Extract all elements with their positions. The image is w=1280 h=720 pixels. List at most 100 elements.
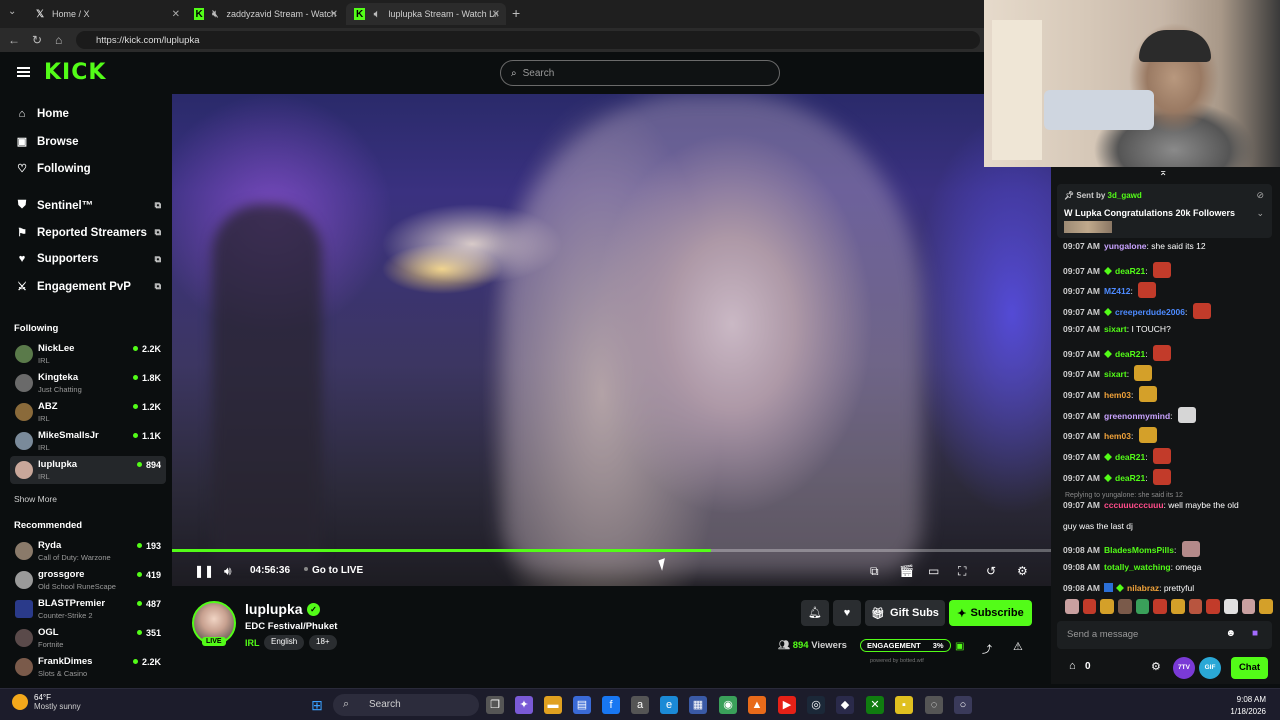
emote-icon[interactable] bbox=[1206, 599, 1221, 614]
chat-message[interactable]: 09:08 AM totally_watching: omega bbox=[1063, 562, 1201, 572]
follow-heart-button[interactable]: ♥ bbox=[833, 600, 861, 626]
new-tab-icon[interactable]: + bbox=[512, 5, 520, 21]
tag-age[interactable]: 18+ bbox=[309, 635, 337, 650]
start-windows-icon[interactable]: ⊞ bbox=[308, 696, 326, 714]
chat-username[interactable]: MZ412 bbox=[1104, 286, 1130, 296]
emote-icon[interactable] bbox=[1065, 599, 1079, 614]
rewind-icon[interactable]: ↺ bbox=[986, 564, 996, 578]
channel-luplupka[interactable]: luplupka IRL 894 bbox=[10, 456, 166, 484]
tab-zaddyzavid[interactable]: K 🔇︎ zaddyzavid Stream - Watch Live ✕ bbox=[186, 3, 344, 25]
fullscreen-icon[interactable]: ⛶ bbox=[958, 564, 966, 579]
facebook-icon[interactable]: f bbox=[602, 696, 620, 714]
youtube-icon[interactable]: ▶ bbox=[778, 696, 796, 714]
chat-username[interactable]: nilabraz bbox=[1127, 583, 1159, 593]
tab-luplupka[interactable]: K 🔈︎ luplupka Stream - Watch Live ✕ bbox=[346, 3, 506, 25]
chat-username[interactable]: BladesMomsPills bbox=[1104, 545, 1174, 555]
theater-mode-icon[interactable]: ▭ bbox=[928, 564, 939, 578]
chat-message[interactable]: 09:08 AM nilabraz: prettyful bbox=[1063, 582, 1194, 593]
emote-icon[interactable] bbox=[1100, 599, 1115, 614]
gift-subs-button[interactable]: 🎁︎ Gift Subs bbox=[865, 600, 945, 626]
close-tab-icon[interactable]: ✕ bbox=[492, 9, 500, 20]
channel-ryda[interactable]: Ryda Call of Duty: Warzone 193 bbox=[10, 537, 166, 565]
home-browser-icon[interactable]: ⌂ bbox=[55, 33, 62, 47]
subscribe-button[interactable]: ✦ Subscribe bbox=[949, 600, 1032, 626]
chat-message[interactable]: guy was the last dj bbox=[1063, 521, 1133, 531]
channel-grossgore[interactable]: grossgore Old School RuneScape 419 bbox=[10, 566, 166, 594]
chat-message[interactable]: 09:07 AM hem03: bbox=[1063, 427, 1157, 444]
file-explorer-icon[interactable]: ▬ bbox=[544, 696, 562, 714]
chat-username[interactable]: yungalone bbox=[1104, 241, 1147, 251]
sidebar-item-home[interactable]: ⌂ Home bbox=[16, 108, 69, 120]
store-icon[interactable]: ▤ bbox=[573, 696, 591, 714]
emote-icon[interactable] bbox=[1118, 599, 1132, 614]
miniplayer-icon[interactable]: ⧉ bbox=[870, 564, 879, 579]
weather-widget[interactable]: 64°F Mostly sunny bbox=[12, 693, 81, 711]
back-icon[interactable]: ← bbox=[8, 33, 20, 47]
video-player[interactable]: ❚❚ 🔊︎ 04:56:36 Go to LIVE ⧉ 🎬︎ ▭ ⛶ ↺ ⚙ bbox=[172, 94, 1051, 586]
volume-icon[interactable]: 🔊︎ bbox=[224, 564, 232, 579]
emote-picker-icon[interactable]: ■ bbox=[1252, 628, 1258, 639]
share-icon[interactable]: ⤴ bbox=[982, 641, 992, 656]
vlc-icon[interactable]: ▲ bbox=[748, 696, 766, 714]
stream-category[interactable]: IRL bbox=[245, 638, 260, 648]
seek-bar[interactable] bbox=[172, 549, 1051, 552]
emoji-icon[interactable]: ☻ bbox=[1225, 628, 1236, 639]
tab-x-home[interactable]: 𝕏 Home / X ✕ bbox=[26, 3, 186, 25]
emote-icon[interactable] bbox=[1082, 599, 1097, 614]
sidebar-item-following[interactable]: ♡ Following bbox=[16, 162, 91, 176]
chat-message[interactable]: 09:07 AM greenonmymind: bbox=[1063, 406, 1196, 423]
chat-username[interactable]: hem03 bbox=[1104, 390, 1131, 400]
chat-message[interactable]: 09:07 AM cccuuucccuuu: well maybe the old bbox=[1063, 500, 1239, 510]
7tv-button[interactable]: 7TV bbox=[1173, 657, 1195, 679]
expand-chevron-icon[interactable]: ⌄ bbox=[1256, 208, 1264, 219]
channel-blastpremier[interactable]: BLASTPremier Counter-Strike 2 487 bbox=[10, 595, 166, 623]
pinned-message[interactable]: 📌︎ Sent by 3d_gawd ⊘ ⌄ W Lupka Congratul… bbox=[1057, 184, 1272, 238]
channel-ogl[interactable]: OGL Fortnite 351 bbox=[10, 624, 166, 652]
gif-button[interactable]: GIF bbox=[1199, 657, 1221, 679]
amazon-icon[interactable]: a bbox=[631, 696, 649, 714]
notification-bell-icon[interactable]: 🔔︎ bbox=[801, 600, 829, 626]
emote-icon[interactable] bbox=[1188, 599, 1203, 614]
chat-username[interactable]: creeperdude2006 bbox=[1115, 307, 1185, 317]
system-clock[interactable]: 9:08 AM 1/18/2026 bbox=[1230, 694, 1266, 718]
chat-message[interactable]: 09:07 AM deaR21: bbox=[1063, 261, 1171, 278]
chrome-icon[interactable]: ◉ bbox=[719, 696, 737, 714]
chat-message[interactable]: 09:07 AM sixart: bbox=[1063, 365, 1153, 382]
show-more-link[interactable]: Show More bbox=[14, 494, 57, 504]
sidebar-item-browse[interactable]: ▣ Browse bbox=[16, 135, 79, 149]
menu-icon[interactable] bbox=[17, 67, 30, 77]
tab-list-chevron-icon[interactable]: ⌄ bbox=[8, 6, 16, 17]
chat-username[interactable]: deaR21 bbox=[1115, 349, 1145, 359]
extension-icon[interactable]: ▣ bbox=[955, 641, 964, 652]
speaker-icon[interactable]: 🔈︎ bbox=[371, 8, 382, 20]
app2-icon[interactable]: ○ bbox=[954, 696, 972, 714]
channel-abz[interactable]: ABZ IRL 1.2K bbox=[10, 398, 166, 426]
sticky-notes-icon[interactable]: ▪ bbox=[895, 696, 913, 714]
emote-icon[interactable] bbox=[1171, 599, 1185, 614]
app-icon[interactable]: ◆ bbox=[836, 696, 854, 714]
chat-message[interactable]: 09:07 AM deaR21: bbox=[1063, 344, 1171, 361]
sidebar-item-sentinel[interactable]: ⛊ Sentinel™ ⧉ bbox=[16, 199, 161, 212]
chat-input[interactable]: Send a message ☻ ■ bbox=[1057, 621, 1272, 649]
chat-username[interactable]: greenonmymind bbox=[1104, 411, 1170, 421]
taskbar-search[interactable]: ⌕ Search bbox=[333, 694, 479, 716]
channel-kingteka[interactable]: Kingteka Just Chatting 1.8K bbox=[10, 369, 166, 397]
calculator-icon[interactable]: ▦ bbox=[689, 696, 707, 714]
reload-icon[interactable]: ↻ bbox=[32, 33, 42, 47]
chat-message[interactable]: 09:07 AM deaR21: bbox=[1063, 448, 1171, 464]
chat-username[interactable]: deaR21 bbox=[1115, 266, 1145, 276]
emote-icon[interactable] bbox=[1153, 599, 1168, 614]
close-tab-icon[interactable]: ✕ bbox=[330, 9, 338, 20]
xbox-icon[interactable]: ✕ bbox=[866, 696, 884, 714]
settings-gear-icon[interactable]: ⚙ bbox=[1017, 564, 1028, 578]
clip-icon[interactable]: 🎬︎ bbox=[899, 564, 914, 578]
obs-icon[interactable]: ◌ bbox=[925, 696, 943, 714]
close-tab-icon[interactable]: ✕ bbox=[172, 9, 180, 20]
chat-message[interactable]: 09:07 AM hem03: bbox=[1063, 385, 1157, 402]
chat-message[interactable]: 09:07 AM creeperdude2006: bbox=[1063, 303, 1211, 320]
chat-username[interactable]: sixart bbox=[1104, 324, 1127, 334]
chat-username[interactable]: cccuuucccuuu bbox=[1104, 500, 1164, 510]
emote-icon[interactable] bbox=[1135, 599, 1150, 614]
chat-message[interactable]: 09:07 AM MZ412: bbox=[1063, 282, 1157, 299]
emote-icon[interactable] bbox=[1224, 599, 1238, 614]
